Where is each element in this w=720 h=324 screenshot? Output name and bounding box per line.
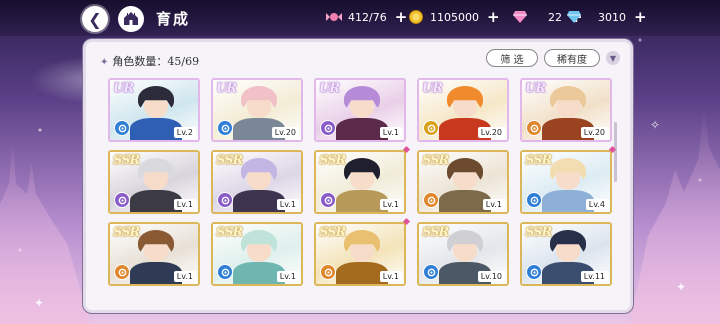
blue-diamond-value: 3010 [598,10,626,24]
level-label: Lv.20 [477,127,505,138]
attribute-icon [320,120,336,136]
level-label: Lv.1 [379,271,402,282]
level-label: Lv.2 [173,127,196,138]
character-count: ✦ 角色数量：45/69 [100,53,199,69]
castle-home-icon [124,12,138,25]
attribute-icon [526,264,542,280]
candy-icon [326,9,342,25]
attribute-icon [114,264,130,280]
sparkle-icon: ✦ [676,280,687,294]
resource-blue-diamond: 3010 + [566,9,647,25]
back-button[interactable]: ❮ [82,6,108,32]
star-icon: ✦ [100,57,109,68]
attribute-icon [423,192,439,208]
rarity-badge: SSR [113,153,140,168]
attribute-icon [114,120,130,136]
rarity-badge: UR [216,81,237,96]
character-card[interactable]: UR Lv.2 [108,78,200,142]
attribute-icon [114,192,130,208]
rarity-badge: SSR [216,225,243,240]
character-card[interactable]: SSR Lv.1 [417,150,509,214]
chevron-down-icon: ▼ [609,53,617,63]
resource-candy: 412/76 + [326,9,407,25]
level-label: Lv.1 [173,271,196,282]
character-card[interactable]: UR Lv.20 [211,78,303,142]
character-card[interactable]: SSR Lv.1 [211,222,303,286]
pink-diamond-icon [512,9,528,25]
pink-diamond-value: 22 [548,10,562,24]
top-bar: ❮ 育成 412/76 + 1105000 + 22 + 3010 + [0,0,720,36]
attribute-icon [526,192,542,208]
character-card[interactable]: SSR Lv.10 [417,222,509,286]
rarity-badge: SSR [113,225,140,240]
page-title: 育成 [156,10,191,28]
character-card[interactable]: SSR Lv.1 [108,150,200,214]
character-card[interactable]: UR Lv.20 [417,78,509,142]
character-panel: ✦ 角色数量：45/69 筛 选 稀有度 ▼ UR Lv.2 UR Lv.20 UR Lv.… [86,42,630,310]
character-card[interactable]: SSR Lv.1 [314,150,406,214]
back-arrow-icon: ❮ [88,9,102,29]
level-label: Lv.1 [482,199,505,210]
level-label: Lv.20 [580,127,608,138]
add-gold-button[interactable]: + [487,10,500,25]
level-label: Lv.1 [173,199,196,210]
rarity-badge: SSR [525,153,552,168]
filter-button[interactable]: 筛 选 [486,49,538,67]
rarity-badge: UR [113,81,134,96]
level-label: Lv.1 [276,271,299,282]
rarity-badge: UR [319,81,340,96]
level-label: Lv.1 [379,127,402,138]
rarity-badge: UR [422,81,443,96]
rarity-sort-button[interactable]: 稀有度 [544,49,600,67]
level-label: Lv.4 [585,199,608,210]
character-count-text: 角色数量：45/69 [112,55,200,68]
rarity-badge: SSR [319,225,346,240]
rarity-badge: SSR [216,153,243,168]
rarity-badge: SSR [319,153,346,168]
sort-order-button[interactable]: ▼ [606,51,620,65]
attribute-icon [320,192,336,208]
level-label: Lv.10 [477,271,505,282]
attribute-icon [217,120,233,136]
gold-coin-icon [408,9,424,25]
rarity-badge: SSR [525,225,552,240]
level-label: Lv.1 [379,199,402,210]
character-card[interactable]: SSR Lv.1 [211,150,303,214]
add-blue-diamond-button[interactable]: + [634,10,647,25]
add-candy-button[interactable]: + [395,10,408,25]
character-card[interactable]: UR Lv.1 [314,78,406,142]
candy-value: 412/76 [348,10,387,24]
sparkle-icon: ✦ [34,296,45,310]
attribute-icon [217,264,233,280]
attribute-icon [320,264,336,280]
character-card[interactable]: SSR Lv.1 [314,222,406,286]
scrollbar[interactable] [614,122,617,182]
attribute-icon [423,120,439,136]
character-card[interactable]: SSR Lv.11 [520,222,612,286]
rarity-badge: SSR [422,153,449,168]
level-label: Lv.1 [276,199,299,210]
home-button[interactable] [118,6,144,32]
rarity-badge: SSR [422,225,449,240]
attribute-icon [217,192,233,208]
character-card[interactable]: SSR Lv.4 [520,150,612,214]
gold-value: 1105000 [430,10,479,24]
blue-diamond-icon [566,9,582,25]
attribute-icon [423,264,439,280]
resource-gold: 1105000 + [408,9,500,25]
level-label: Lv.20 [271,127,299,138]
character-card[interactable]: UR Lv.20 [520,78,612,142]
attribute-icon [526,120,542,136]
character-card[interactable]: SSR Lv.1 [108,222,200,286]
sparkle-icon: ✧ [650,118,661,132]
level-label: Lv.11 [580,271,608,282]
rarity-badge: UR [525,81,546,96]
